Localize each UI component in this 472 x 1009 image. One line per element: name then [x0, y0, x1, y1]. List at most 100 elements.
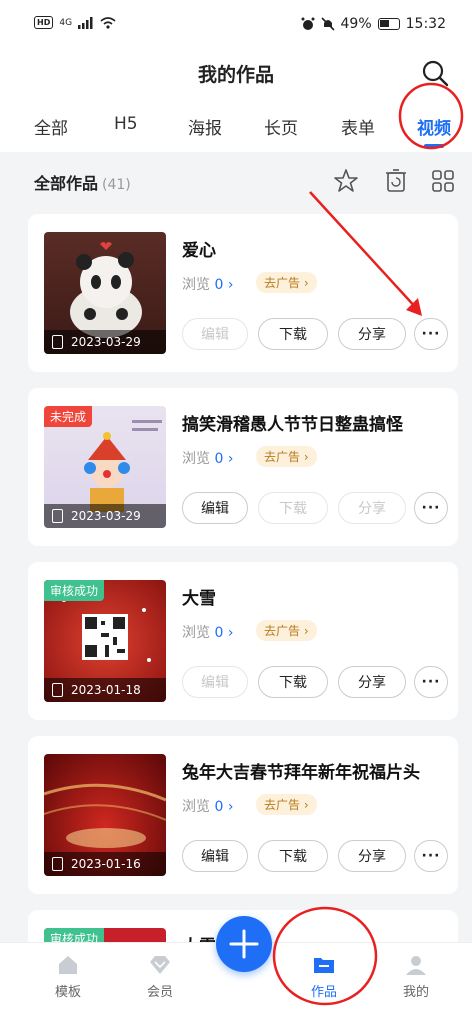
remove-ads-button[interactable]: 去广告 › [256, 794, 317, 815]
more-options-button[interactable]: ··· [414, 666, 448, 698]
status-badge: 审核成功 [44, 580, 105, 601]
views-stat[interactable]: 浏览 0 › [182, 448, 233, 468]
nav-item-profile[interactable]: 我的 [386, 953, 446, 1000]
work-card[interactable]: 2023-03-29 爱心 浏览 0 › 去广告 › 编辑 下载 分享 ··· [28, 214, 458, 372]
nav-item-works[interactable]: 作品 [294, 953, 354, 1000]
views-count: 0 [214, 799, 224, 815]
section-title: 全部作品 [34, 174, 99, 193]
home-icon [59, 956, 77, 974]
work-thumbnail[interactable]: 2023-01-16 [44, 754, 166, 876]
phone-icon [52, 335, 63, 349]
battery-percent: 49% [340, 16, 372, 32]
views-count: 0 [214, 277, 224, 293]
remove-ads-label: 去广告 [264, 798, 301, 812]
more-options-button[interactable]: ··· [414, 318, 448, 350]
phone-icon [52, 857, 63, 871]
nav-item-templates[interactable]: 模板 [38, 953, 98, 1000]
active-tab-indicator [424, 144, 444, 148]
work-card[interactable]: 2023-01-16 兔年大吉春节拜年新年祝福片头 浏览 0 › 去广告 › 编… [28, 736, 458, 894]
category-tabs: 全部 H5 海报 长页 表单 视频 [0, 96, 472, 152]
remove-ads-label: 去广告 [264, 450, 301, 464]
chevron-right-icon: › [227, 277, 234, 293]
views-stat[interactable]: 浏览 0 › [182, 274, 233, 294]
clock: 15:32 [405, 16, 446, 32]
phone-icon [52, 683, 63, 697]
views-count: 0 [214, 451, 224, 467]
share-button[interactable]: 分享 [338, 840, 406, 872]
thumbnail-date-bar: 2023-01-18 [44, 678, 166, 702]
views-label: 浏览 [182, 625, 210, 641]
share-button[interactable]: 分享 [338, 318, 406, 350]
search-icon[interactable] [420, 58, 450, 88]
create-button[interactable] [216, 916, 272, 972]
more-options-button[interactable]: ··· [414, 840, 448, 872]
download-button[interactable]: 下载 [258, 666, 328, 698]
work-card[interactable]: 未完成 2023-03-29 搞笑滑稽愚人节节日整蛊搞怪 浏览 0 › 去广告 … [28, 388, 458, 546]
section-header: 全部作品 (41) [34, 170, 131, 194]
work-thumbnail[interactable]: 2023-03-29 [44, 232, 166, 354]
grid-view-icon[interactable] [430, 168, 456, 194]
tab-h5[interactable]: H5 [114, 114, 138, 134]
edit-button[interactable]: 编辑 [182, 318, 248, 350]
edit-button[interactable]: 编辑 [182, 492, 248, 524]
page-title: 我的作品 [197, 64, 274, 86]
nav-item-membership[interactable]: 会员 [130, 953, 190, 1000]
remove-ads-button[interactable]: 去广告 › [256, 272, 317, 293]
edit-button[interactable]: 编辑 [182, 840, 248, 872]
person-icon [406, 956, 426, 975]
work-title[interactable]: 大雪 [182, 584, 216, 609]
views-label: 浏览 [182, 277, 210, 293]
recycle-bin-icon[interactable] [383, 168, 409, 194]
views-stat[interactable]: 浏览 0 › [182, 622, 233, 642]
work-title[interactable]: 爱心 [182, 236, 216, 261]
remove-ads-button[interactable]: 去广告 › [256, 446, 317, 467]
star-icon[interactable] [333, 168, 359, 194]
chevron-right-icon: › [227, 451, 234, 467]
nav-label: 我的 [402, 985, 429, 1000]
status-bar: HD 4G 49% 15:32 [0, 0, 472, 52]
diamond-icon [150, 956, 170, 974]
download-button[interactable]: 下载 [258, 318, 328, 350]
hd-badge: HD [34, 16, 54, 29]
work-title[interactable]: 兔年大吉春节拜年新年祝福片头 [182, 758, 420, 783]
remove-ads-label: 去广告 [264, 624, 301, 638]
work-date: 2023-03-29 [71, 335, 141, 349]
thumbnail-date-bar: 2023-01-16 [44, 852, 166, 876]
status-badge: 未完成 [44, 406, 93, 427]
thumbnail-date-bar: 2023-03-29 [44, 504, 166, 528]
remove-ads-button[interactable]: 去广告 › [256, 620, 317, 641]
tab-all[interactable]: 全部 [34, 114, 68, 139]
share-button[interactable]: 分享 [338, 492, 406, 524]
chevron-right-icon: › [227, 799, 234, 815]
download-button[interactable]: 下载 [258, 840, 328, 872]
tab-video[interactable]: 视频 [417, 114, 451, 139]
work-thumbnail[interactable]: 未完成 2023-03-29 [44, 406, 166, 528]
work-card[interactable]: 审核成功 2023-01-18 大雪 浏览 0 › 去广告 › 编辑 下载 分享… [28, 562, 458, 720]
tab-poster[interactable]: 海报 [188, 114, 222, 139]
more-options-button[interactable]: ··· [414, 492, 448, 524]
work-date: 2023-01-18 [71, 683, 141, 697]
folder-icon [314, 958, 334, 973]
thumbnail-date-bar: 2023-03-29 [44, 330, 166, 354]
alarm-icon [301, 17, 315, 30]
edit-button[interactable]: 编辑 [182, 666, 248, 698]
network-type: 4G [59, 17, 73, 28]
share-button[interactable]: 分享 [338, 666, 406, 698]
remove-ads-label: 去广告 [264, 276, 301, 290]
nav-label: 模板 [54, 985, 81, 1000]
mute-icon [320, 17, 335, 31]
signal-icon [78, 16, 93, 29]
title-bar: 我的作品 [0, 52, 472, 96]
views-count: 0 [214, 625, 224, 641]
work-thumbnail[interactable]: 审核成功 2023-01-18 [44, 580, 166, 702]
plus-icon [229, 929, 259, 959]
nav-label: 会员 [146, 985, 173, 1000]
work-title[interactable]: 搞笑滑稽愚人节节日整蛊搞怪 [182, 410, 403, 435]
download-button[interactable]: 下载 [258, 492, 328, 524]
wifi-icon [100, 16, 116, 29]
phone-icon [52, 509, 63, 523]
tab-long-page[interactable]: 长页 [264, 114, 298, 139]
views-stat[interactable]: 浏览 0 › [182, 796, 233, 816]
tab-form[interactable]: 表单 [341, 114, 375, 139]
chevron-right-icon: › [227, 625, 234, 641]
